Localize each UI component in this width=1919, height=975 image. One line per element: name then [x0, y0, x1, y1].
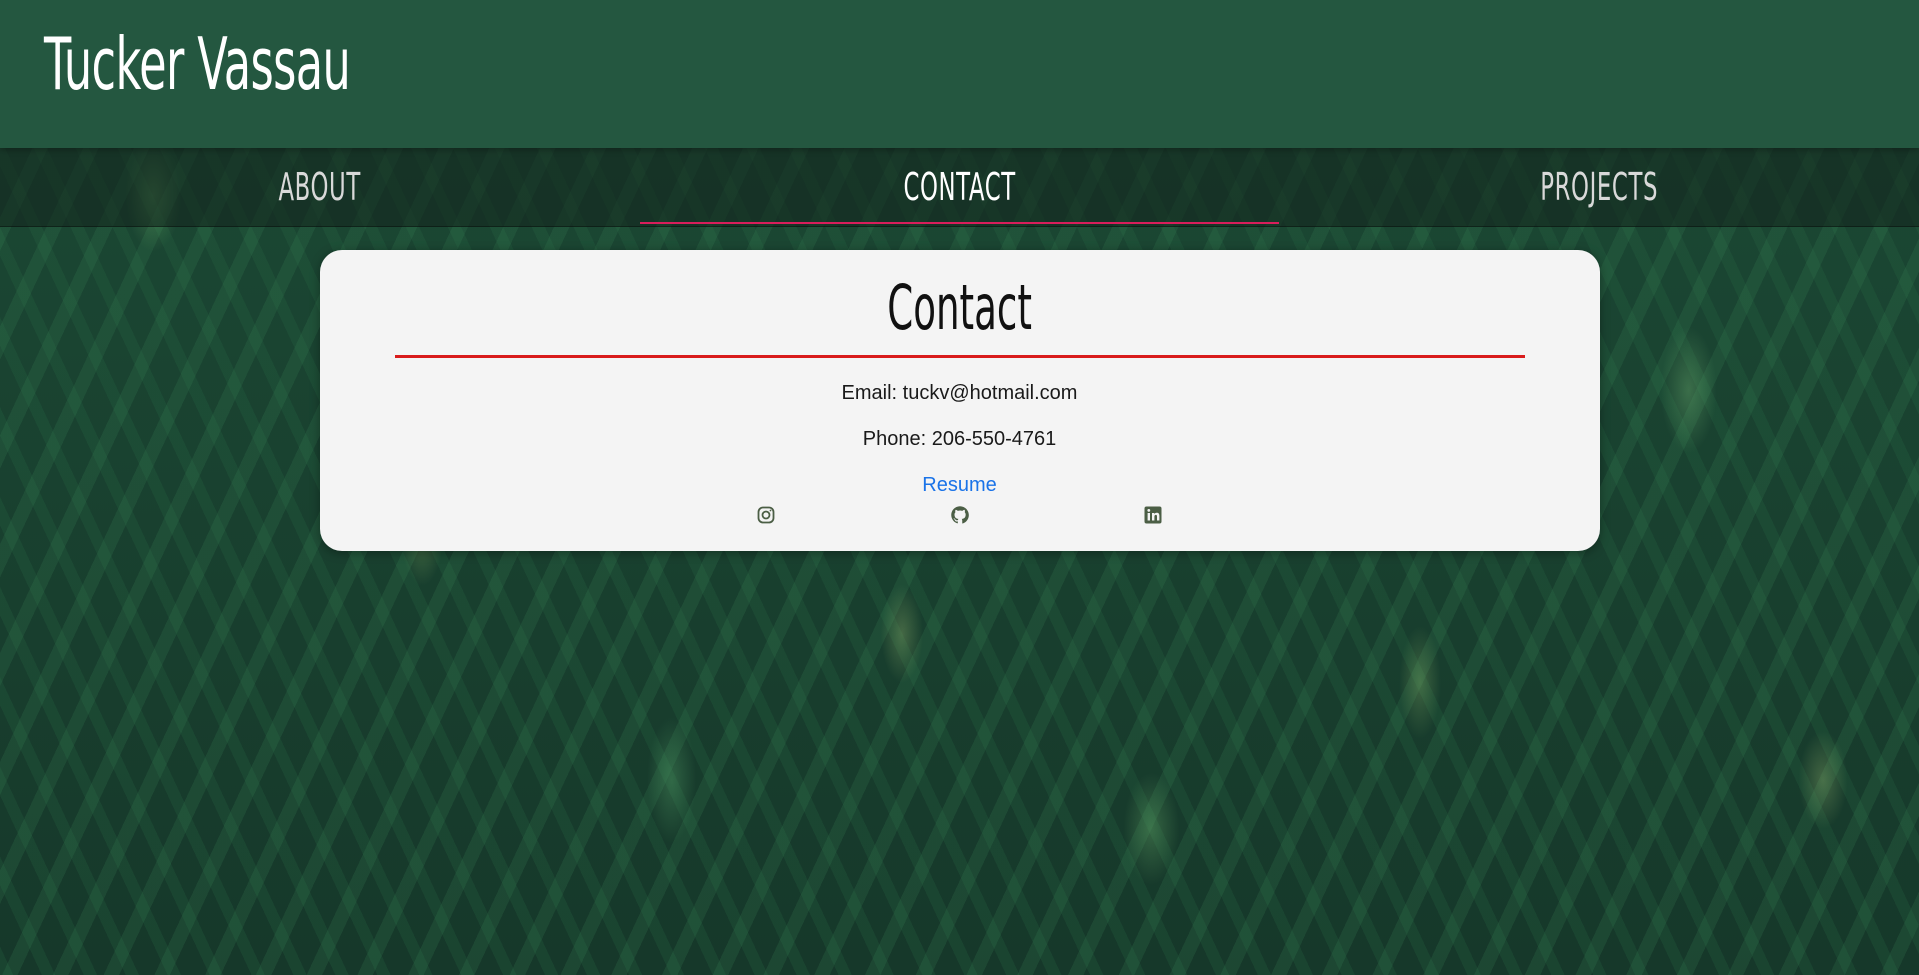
phone-text: Phone: 206-550-4761 — [862, 428, 1057, 450]
nav-item-projects-label: Projects — [1540, 165, 1659, 209]
nav-item-about[interactable]: About — [0, 148, 640, 226]
site-title: Tucker Vassau — [44, 22, 351, 106]
instagram-icon[interactable] — [755, 504, 777, 526]
main-nav: About Contact Projects — [0, 148, 1919, 227]
title-divider — [395, 355, 1525, 358]
email-text: Email: tuckv@hotmail.com — [841, 382, 1078, 404]
contact-title-text: Contact — [887, 271, 1032, 344]
resume-link[interactable]: Resume — [0, 474, 1919, 497]
site-header: Tucker Vassau — [0, 0, 1919, 148]
nav-item-contact-label: Contact — [903, 165, 1016, 209]
github-icon[interactable] — [949, 504, 971, 526]
social-links — [0, 504, 1919, 528]
linkedin-icon[interactable] — [1142, 504, 1164, 526]
contact-title: Contact — [0, 271, 1919, 344]
nav-item-contact[interactable]: Contact — [639, 148, 1280, 226]
nav-item-about-label: About — [278, 165, 362, 209]
nav-item-projects[interactable]: Projects — [1279, 148, 1919, 226]
